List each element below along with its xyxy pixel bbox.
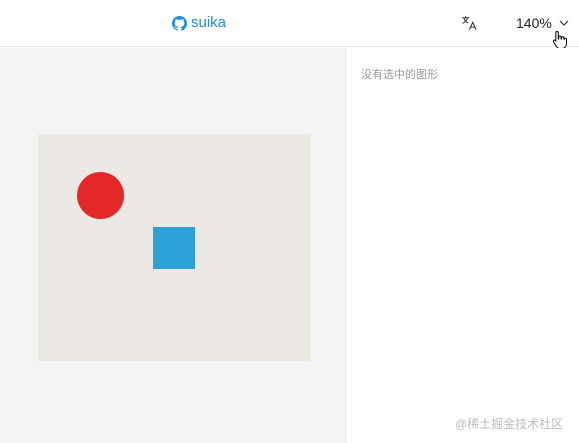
watermark: @稀土掘金技术社区 — [455, 417, 564, 431]
canvas-frame[interactable] — [38, 134, 311, 361]
chevron-down-icon — [559, 20, 569, 26]
hand-pointer-icon — [552, 30, 567, 49]
language-toggle-button[interactable] — [459, 13, 479, 33]
top-header: suika 140% — [0, 0, 579, 49]
zoom-value: 140% — [516, 15, 552, 31]
github-link[interactable]: suika — [172, 13, 226, 33]
rectangle-shape[interactable] — [153, 227, 195, 269]
no-selection-text: 没有选中的图形 — [361, 69, 438, 81]
brand-label: suika — [191, 14, 227, 31]
github-icon — [172, 15, 187, 31]
ellipse-shape[interactable] — [77, 172, 124, 219]
canvas-area[interactable] — [0, 48, 345, 443]
translate-icon — [462, 16, 477, 30]
app: suika 140% 没有选中的图形 @稀土掘金技术社区 — [0, 0, 579, 443]
info-panel: 没有选中的图形 — [345, 48, 579, 443]
